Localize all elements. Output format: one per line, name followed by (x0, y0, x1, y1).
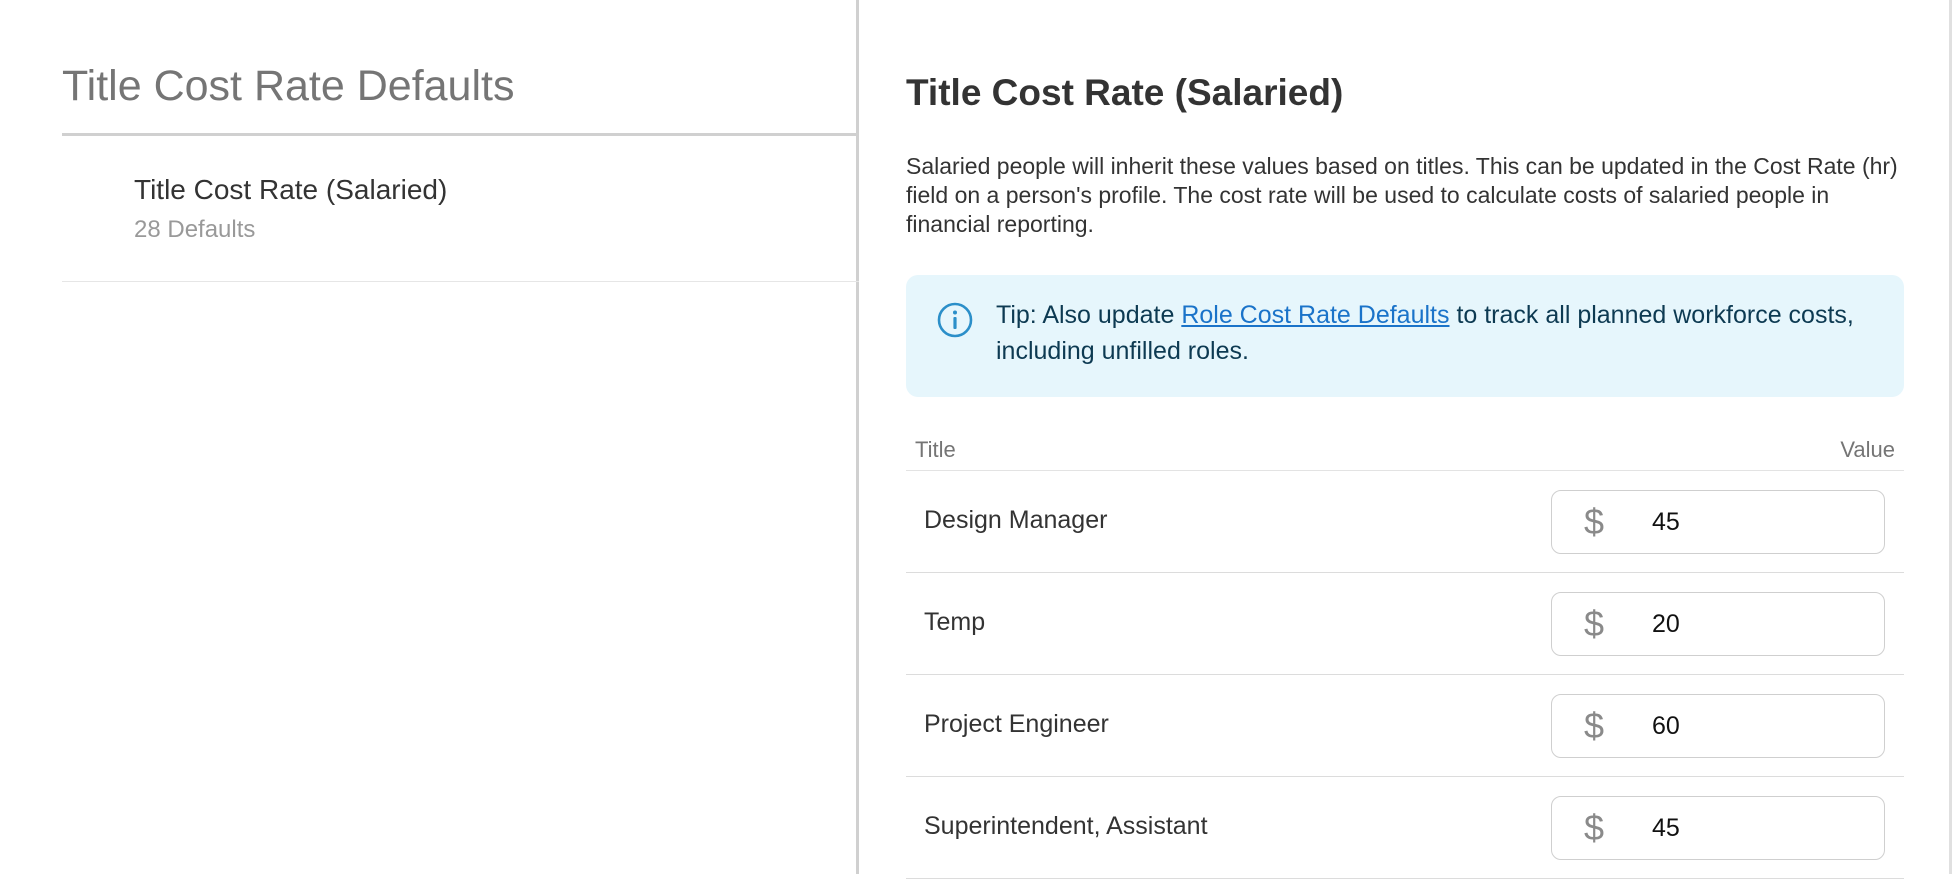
cost-rate-field[interactable]: $ (1551, 490, 1885, 554)
table-row: Temp $ (906, 573, 1904, 675)
dollar-icon: $ (1584, 807, 1605, 848)
info-icon (937, 302, 973, 338)
column-header-value: Value (1840, 437, 1895, 462)
tip-text: Tip: Also update Role Cost Rate Defaults… (996, 297, 1856, 369)
role-cost-rate-defaults-link[interactable]: Role Cost Rate Defaults (1181, 301, 1449, 329)
cost-rate-input[interactable] (1652, 809, 1862, 847)
sidebar-item-label: Title Cost Rate (Salaried) (134, 174, 448, 205)
page-title: Title Cost Rate (Salaried) (906, 72, 1344, 113)
sidebar-item-count: 28 Defaults (134, 216, 256, 243)
cost-rate-field[interactable]: $ (1551, 694, 1885, 758)
main-panel: Title Cost Rate (Salaried) Salaried peop… (859, 0, 1952, 879)
tip-banner: Tip: Also update Role Cost Rate Defaults… (906, 275, 1904, 397)
cost-rate-input[interactable] (1652, 707, 1862, 745)
table-row: Project Engineer $ (906, 675, 1904, 777)
cost-rate-table: Title Value Design Manager $ Temp $ Proj… (906, 430, 1904, 879)
table-row: Superintendent, Assistant $ (906, 777, 1904, 879)
cost-rate-field[interactable]: $ (1551, 796, 1885, 860)
cost-rate-field[interactable]: $ (1551, 592, 1885, 656)
table-header: Title Value (906, 430, 1904, 471)
row-title: Project Engineer (924, 710, 1109, 738)
page-description: Salaried people will inherit these value… (906, 153, 1898, 237)
row-title: Design Manager (924, 506, 1108, 534)
row-title: Superintendent, Assistant (924, 812, 1208, 840)
sidebar: Title Cost Rate Defaults Title Cost Rate… (0, 0, 859, 874)
dollar-icon: $ (1584, 705, 1605, 746)
sidebar-item-title-cost-rate-salaried[interactable]: Title Cost Rate (Salaried) 28 Defaults (62, 136, 859, 282)
cost-rate-input[interactable] (1652, 503, 1862, 541)
dollar-icon: $ (1584, 603, 1605, 644)
sidebar-title: Title Cost Rate Defaults (62, 62, 515, 110)
row-title: Temp (924, 608, 986, 636)
column-header-title: Title (915, 437, 956, 462)
cost-rate-input[interactable] (1652, 605, 1862, 643)
dollar-icon: $ (1584, 501, 1605, 542)
tip-prefix: Tip: Also update (996, 301, 1182, 329)
table-row: Design Manager $ (906, 471, 1904, 573)
